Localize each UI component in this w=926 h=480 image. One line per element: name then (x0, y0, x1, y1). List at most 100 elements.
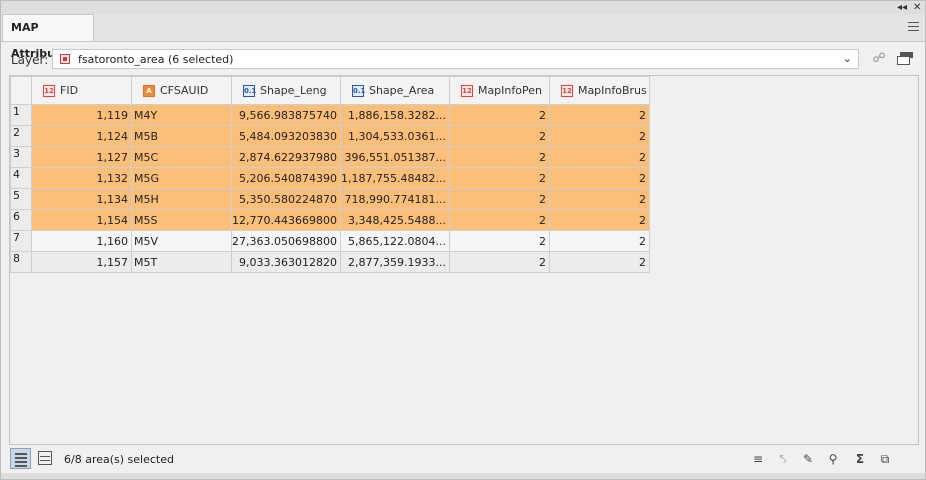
table-row[interactable]: 3 1,127 M5C 2,874.622937980 396,551.051387..… (10, 146, 650, 168)
show-selected-icon[interactable]: ≡ (750, 451, 766, 467)
row-number[interactable]: 2 (10, 125, 32, 147)
table-cell[interactable]: 2 (448, 125, 550, 147)
row-number[interactable]: 4 (10, 167, 32, 189)
table-cell[interactable]: 718,990.774181... (339, 188, 450, 210)
table-cell[interactable]: 2 (448, 188, 550, 210)
row-number[interactable]: 7 (10, 230, 32, 252)
table-cell[interactable]: 5,865,122.0804... (339, 230, 450, 252)
table-cell[interactable]: 1,127 (31, 146, 132, 168)
table-cell[interactable]: 2 (548, 125, 650, 147)
table-cell[interactable]: 2 (548, 251, 650, 273)
layer-dropdown-value: fsatoronto_area (6 selected) (78, 53, 234, 66)
table-cell[interactable]: 5,206.540874390 (231, 167, 341, 189)
layer-dropdown[interactable]: fsatoronto_area (6 selected) ⌄ (52, 49, 859, 69)
table-cell[interactable]: 1,154 (31, 209, 132, 231)
table-cell[interactable]: M5G (131, 167, 232, 189)
table-cell[interactable]: 2 (548, 167, 650, 189)
form-view-button[interactable] (35, 448, 56, 469)
row-number[interactable]: 8 (10, 251, 32, 273)
table-row[interactable]: 7 1,160 M5V 27,363.050698800 5,865,122.0804.… (10, 230, 650, 252)
column-header-cfsauid[interactable]: A CFSAUID (131, 76, 232, 105)
table-cell[interactable]: 2,877,359.1933... (339, 251, 450, 273)
table-view-button[interactable] (10, 448, 31, 469)
row-number[interactable]: 6 (10, 209, 32, 231)
close-panel-button[interactable]: ✕ (913, 1, 921, 14)
panel-title-strip: ◂◂ ✕ (1, 1, 925, 14)
polygon-layer-icon (60, 54, 70, 64)
table-cell[interactable]: 1,119 (31, 104, 132, 126)
table-cell[interactable]: 2 (548, 209, 650, 231)
table-cell[interactable]: 1,134 (31, 188, 132, 210)
panel-menu-icon[interactable] (908, 22, 919, 34)
table-cell[interactable]: M5T (131, 251, 232, 273)
tab-bar: MAP Attributes (1, 14, 925, 60)
column-header-mapinfopen[interactable]: 12 MapInfoPen (448, 76, 550, 105)
table-cell[interactable]: 1,124 (31, 125, 132, 147)
table-cell[interactable]: 2 (448, 167, 550, 189)
table-cell[interactable]: 5,484.093203830 (231, 125, 341, 147)
collapse-panel-button[interactable]: ◂◂ (897, 1, 907, 14)
table-cell[interactable]: 2 (548, 230, 650, 252)
table-header-row: 12 FID A CFSAUID 0.1 Shape_Leng 0.1 Shape_Ar… (10, 76, 650, 105)
layer-label: Layer: (11, 53, 49, 67)
table-cell[interactable]: 2 (548, 188, 650, 210)
column-header-label: MapInfoBrus (577, 84, 647, 97)
integer-field-icon: 12 (560, 85, 573, 97)
table-row[interactable]: 1 1,119 M4Y 9,566.983875740 1,886,158.3282..… (10, 104, 650, 126)
column-header-mapinfobrus[interactable]: 12 MapInfoBrus (548, 76, 650, 105)
tab-map-attributes[interactable]: MAP Attributes (2, 14, 94, 60)
table-cell[interactable]: 9,033.363012820 (231, 251, 341, 273)
table-cell[interactable]: M5C (131, 146, 232, 168)
table-cell[interactable]: M5B (131, 125, 232, 147)
table-cell[interactable]: 1,157 (31, 251, 132, 273)
double-field-icon: 0.1 (243, 85, 257, 97)
table-cell[interactable]: 2 (448, 146, 550, 168)
table-row[interactable]: 2 1,124 M5B 5,484.093203830 1,304,533.0361..… (10, 125, 650, 147)
statistics-sigma-icon[interactable]: Σ (852, 451, 868, 467)
table-row[interactable]: 5 1,134 M5H 5,350.580224870 718,990.774181..… (10, 188, 650, 210)
table-cell[interactable]: 1,132 (31, 167, 132, 189)
column-header-shape-area[interactable]: 0.1 Shape_Area (339, 76, 450, 105)
table-cell[interactable]: 12,770.443669800 (231, 209, 341, 231)
pin-icon[interactable]: ☍ (871, 52, 887, 66)
table-cell[interactable]: 2 (548, 104, 650, 126)
row-number[interactable]: 5 (10, 188, 32, 210)
table-row[interactable]: 6 1,154 M5S 12,770.443669800 3,348,425.5488.… (10, 209, 650, 231)
table-cell[interactable]: 2 (448, 209, 550, 231)
edit-table-icon[interactable]: ✎ (800, 451, 816, 467)
table-cell[interactable]: 5,350.580224870 (231, 188, 341, 210)
table-options-icon[interactable] (897, 52, 913, 66)
table-cell[interactable]: M5V (131, 230, 232, 252)
table-cell[interactable]: 2 (448, 230, 550, 252)
chevron-down-icon: ⌄ (842, 52, 852, 65)
form-view-icon (38, 451, 52, 465)
table-cell[interactable]: 1,304,533.0361... (339, 125, 450, 147)
column-header-shape-leng[interactable]: 0.1 Shape_Leng (231, 76, 341, 105)
column-header-label: FID (60, 84, 79, 97)
table-cell[interactable]: 9,566.983875740 (231, 104, 341, 126)
zoom-to-selection-icon[interactable]: ⤣ (775, 451, 791, 467)
table-cell[interactable]: 1,160 (31, 230, 132, 252)
table-cell[interactable]: 2 (448, 104, 550, 126)
double-field-icon: 0.1 (351, 85, 366, 97)
table-cell[interactable]: 27,363.050698800 (231, 230, 341, 252)
table-cell[interactable]: M5H (131, 188, 232, 210)
column-header-fid[interactable]: 12 FID (31, 76, 132, 105)
copy-table-icon[interactable]: ⧉ (877, 451, 893, 467)
table-cell[interactable]: 3,348,425.5488... (339, 209, 450, 231)
table-cell[interactable]: 396,551.051387... (339, 146, 450, 168)
table-cell[interactable]: 1,187,755.48482... (339, 167, 450, 189)
row-number[interactable]: 3 (10, 146, 32, 168)
table-row[interactable]: 8 1,157 M5T 9,033.363012820 2,877,359.1933..… (10, 251, 650, 273)
table-cell[interactable]: 2 (448, 251, 550, 273)
row-number[interactable]: 1 (10, 104, 32, 126)
select-all-corner[interactable] (10, 76, 32, 105)
table-cell[interactable]: M5S (131, 209, 232, 231)
table-cell[interactable]: 2 (548, 146, 650, 168)
column-header-label: CFSAUID (160, 84, 209, 97)
search-table-icon[interactable]: ⚲ (825, 451, 841, 467)
table-row[interactable]: 4 1,132 M5G 5,206.540874390 1,187,755.48482.… (10, 167, 650, 189)
table-cell[interactable]: M4Y (131, 104, 232, 126)
table-cell[interactable]: 1,886,158.3282... (339, 104, 450, 126)
table-cell[interactable]: 2,874.622937980 (231, 146, 341, 168)
